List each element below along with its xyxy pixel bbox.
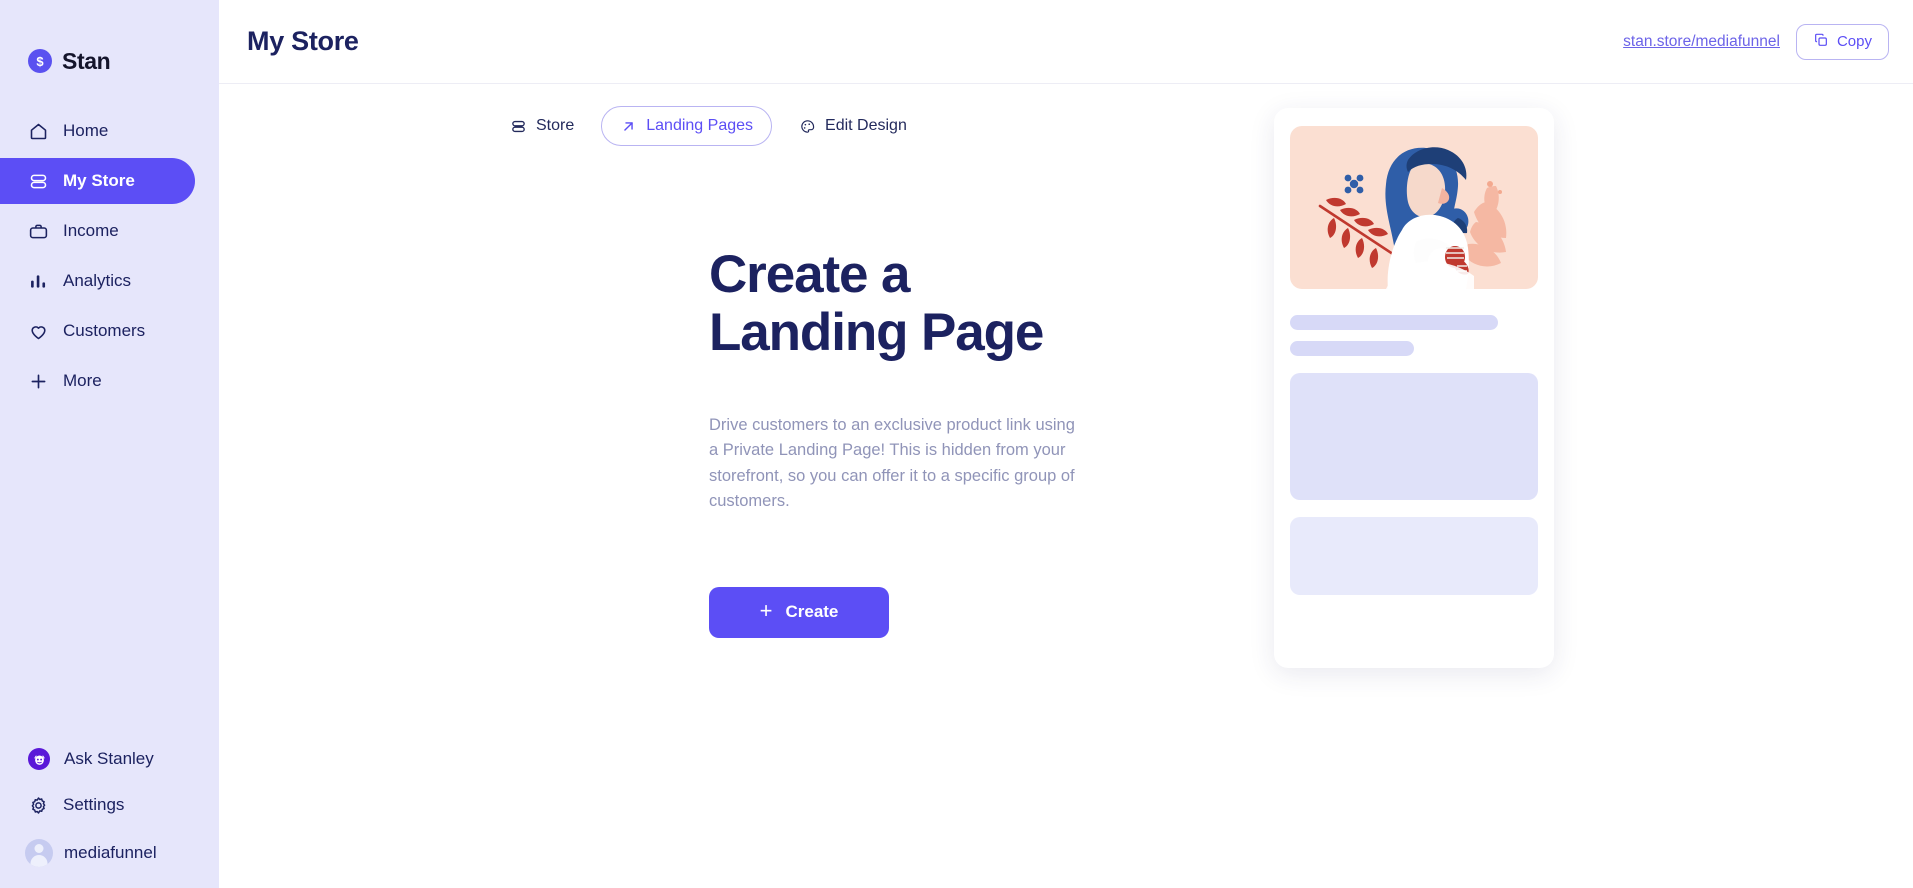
copy-button[interactable]: Copy bbox=[1795, 23, 1889, 60]
sidebar-user-name: mediafunnel bbox=[64, 843, 157, 862]
tab-bar: Store Landing Pages Edit Design bbox=[219, 84, 1913, 146]
sidebar-user-profile[interactable]: mediafunnel bbox=[0, 828, 219, 878]
main-content: My Store stan.store/mediafunnel Copy Sto… bbox=[219, 0, 1913, 888]
tab-landing-pages[interactable]: Landing Pages bbox=[601, 106, 773, 146]
create-button-label: Create bbox=[785, 602, 839, 622]
landing-page-preview bbox=[1274, 108, 1554, 668]
palette-icon bbox=[799, 118, 816, 135]
tab-label: Landing Pages bbox=[646, 117, 754, 134]
sidebar-item-income[interactable]: Income bbox=[0, 208, 195, 254]
sidebar-item-ask-stanley[interactable]: Ask Stanley bbox=[0, 736, 219, 782]
copy-icon bbox=[1813, 32, 1829, 52]
preview-block bbox=[1290, 517, 1538, 595]
page-title: My Store bbox=[247, 26, 359, 56]
gear-icon bbox=[28, 795, 49, 816]
brand-name: Stan bbox=[62, 47, 111, 74]
sidebar-item-label: Ask Stanley bbox=[64, 749, 154, 768]
app-root: $ Stan Home My Store Income Analytics Cu… bbox=[0, 0, 1913, 888]
copy-button-label: Copy bbox=[1836, 33, 1872, 50]
hero-section: Create a Landing Page Drive customers to… bbox=[219, 146, 1913, 638]
sidebar-footer: Ask Stanley Settings mediafunnel bbox=[0, 736, 219, 888]
top-bar-actions: stan.store/mediafunnel Copy bbox=[1623, 23, 1889, 60]
preview-block bbox=[1290, 373, 1538, 500]
preview-skeleton-line bbox=[1290, 315, 1498, 330]
sidebar: $ Stan Home My Store Income Analytics Cu… bbox=[0, 0, 219, 888]
sidebar-item-customers[interactable]: Customers bbox=[0, 308, 195, 354]
preview-illustration bbox=[1290, 126, 1538, 289]
bar-chart-icon bbox=[28, 271, 49, 292]
sidebar-item-label: Home bbox=[63, 121, 109, 140]
top-bar: My Store stan.store/mediafunnel Copy bbox=[219, 0, 1913, 84]
create-button[interactable]: + Create bbox=[709, 586, 889, 638]
preview-skeleton-line bbox=[1290, 341, 1414, 356]
sidebar-item-label: Customers bbox=[63, 321, 146, 340]
brand-logo[interactable]: $ Stan bbox=[0, 0, 219, 84]
sidebar-item-label: Settings bbox=[63, 795, 125, 814]
store-icon bbox=[28, 171, 49, 192]
sidebar-item-more[interactable]: More bbox=[0, 358, 195, 404]
stanley-avatar-icon bbox=[28, 748, 50, 770]
avatar-icon bbox=[25, 839, 53, 867]
briefcase-icon bbox=[28, 221, 49, 242]
heart-icon bbox=[28, 321, 49, 342]
sidebar-item-label: More bbox=[63, 371, 102, 390]
arrow-up-right-icon bbox=[620, 118, 637, 135]
sidebar-item-label: My Store bbox=[63, 171, 135, 190]
store-url-link[interactable]: stan.store/mediafunnel bbox=[1623, 33, 1780, 51]
sidebar-item-my-store[interactable]: My Store bbox=[0, 158, 195, 204]
sidebar-item-home[interactable]: Home bbox=[0, 108, 195, 154]
hero-description: Drive customers to an exclusive product … bbox=[709, 415, 1075, 511]
hero-text-column: Create a Landing Page Drive customers to… bbox=[219, 245, 1079, 638]
hero-title: Create a Landing Page bbox=[709, 245, 1044, 363]
tab-edit-design[interactable]: Edit Design bbox=[780, 106, 926, 146]
sidebar-item-analytics[interactable]: Analytics bbox=[0, 258, 195, 304]
tab-label: Edit Design bbox=[825, 117, 907, 134]
sidebar-item-label: Income bbox=[63, 221, 119, 240]
preview-card bbox=[1274, 108, 1554, 668]
plus-icon bbox=[28, 371, 49, 392]
store-icon bbox=[510, 118, 527, 135]
tab-label: Store bbox=[536, 117, 575, 134]
sidebar-item-settings[interactable]: Settings bbox=[0, 782, 219, 828]
tab-store[interactable]: Store bbox=[491, 106, 593, 146]
home-icon bbox=[28, 121, 49, 142]
sidebar-nav: Home My Store Income Analytics Customers… bbox=[0, 108, 219, 404]
stan-dollar-icon: $ bbox=[28, 49, 52, 73]
sidebar-item-label: Analytics bbox=[63, 271, 132, 290]
plus-icon: + bbox=[759, 598, 773, 624]
